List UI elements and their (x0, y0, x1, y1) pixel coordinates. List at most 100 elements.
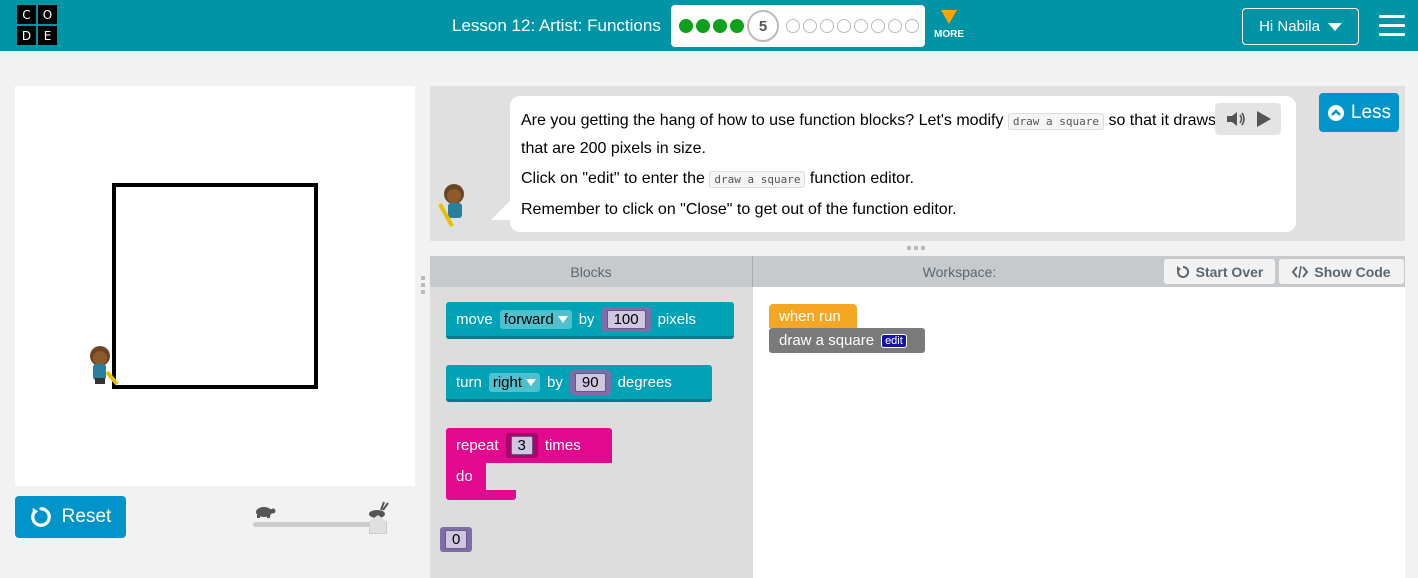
reset-label: Reset (61, 506, 112, 527)
show-code-label: Show Code (1314, 263, 1391, 280)
draw-a-square-call-block[interactable]: draw a square edit (769, 328, 925, 353)
number-input[interactable]: 90 (574, 372, 606, 392)
repeat-header: repeat 3 times (446, 428, 612, 463)
lesson-title[interactable]: Lesson 12: Artist: Functions (452, 16, 661, 36)
artist-canvas (15, 86, 415, 486)
inline-code: draw a square (1007, 113, 1104, 130)
number-value[interactable]: 0 (445, 530, 468, 549)
code-icon (1292, 265, 1309, 278)
number-input[interactable]: 100 (606, 309, 646, 329)
number-slot: 100 (601, 306, 651, 332)
instructions-panel: Are you getting the hang of how to use f… (430, 86, 1405, 241)
reset-button[interactable]: Reset (15, 496, 126, 538)
code-logo[interactable]: C O D E (16, 4, 58, 46)
block-text: by (578, 310, 595, 328)
logo-letter: E (37, 25, 58, 46)
block-text: degrees (617, 373, 672, 391)
show-code-button[interactable]: Show Code (1279, 259, 1404, 284)
start-over-label: Start Over (1195, 263, 1264, 280)
current-level-badge[interactable]: 5 (747, 10, 779, 42)
inline-code: draw a square (709, 171, 806, 188)
level-dot[interactable] (820, 19, 834, 33)
move-block[interactable]: move forward by 100 pixels (446, 302, 734, 339)
level-dot-completed[interactable] (713, 19, 727, 33)
level-dot[interactable] (837, 19, 851, 33)
dropdown-arrow-icon (526, 378, 537, 386)
block-text: move (456, 310, 493, 328)
level-dot[interactable] (854, 19, 868, 33)
instruction-text: Are you getting the hang of how to use f… (521, 112, 1008, 129)
chevron-up-circle-icon (1327, 104, 1344, 121)
number-block[interactable]: 0 (440, 527, 473, 552)
direction-dropdown[interactable]: right (488, 372, 541, 392)
logo-letter: D (16, 25, 37, 46)
instruction-line-3: Remember to click on "Close" to get out … (521, 201, 957, 218)
block-text: by (547, 373, 563, 391)
toolbox-resize-handle-icon[interactable] (420, 276, 426, 296)
start-over-button[interactable]: Start Over (1164, 259, 1275, 284)
level-dot[interactable] (871, 19, 885, 33)
toolbox-title: Blocks (430, 256, 753, 287)
level-dot-completed[interactable] (679, 19, 693, 33)
instruction-bubble: Are you getting the hang of how to use f… (510, 96, 1296, 232)
logo-letter: C (16, 4, 37, 25)
block-text: do (456, 468, 473, 485)
turn-block[interactable]: turn right by 90 degrees (446, 365, 712, 402)
block-text: times (544, 437, 581, 454)
undo-icon (1176, 265, 1189, 278)
less-button[interactable]: Less (1319, 93, 1399, 132)
speed-slider[interactable] (253, 500, 393, 536)
avatar-character-icon (438, 184, 464, 227)
more-levels-button[interactable]: MORE (933, 10, 965, 40)
caret-down-icon (1327, 22, 1342, 31)
refresh-icon (30, 507, 51, 527)
when-run-block[interactable]: when run (769, 304, 857, 328)
instruction-text: function editor. (805, 170, 914, 187)
slider-track[interactable] (253, 522, 381, 527)
block-text: turn (456, 373, 482, 391)
direction-dropdown[interactable]: forward (499, 309, 572, 329)
instruction-line-1: Are you getting the hang of how to use f… (521, 107, 1285, 162)
block-text: repeat (456, 437, 499, 454)
audio-controls (1215, 103, 1281, 135)
level-dot[interactable] (905, 19, 919, 33)
instruction-line-2: Click on "edit" to enter the draw a squa… (521, 165, 1285, 193)
level-dot-completed[interactable] (696, 19, 710, 33)
dropdown-arrow-icon (557, 315, 568, 323)
toolbox: move forward by 100 pixels turn right by… (430, 287, 753, 578)
dropdown-value: right (492, 373, 523, 391)
number-input[interactable]: 3 (510, 436, 533, 455)
drawn-square (112, 183, 318, 389)
workspace-header: Blocks Workspace: Start Over Show Code (430, 256, 1405, 287)
dropdown-value: forward (503, 310, 554, 328)
workspace[interactable]: when run draw a square edit (753, 287, 1405, 578)
repeat-footer (446, 490, 516, 500)
block-text: when run (779, 307, 841, 325)
number-slot: 90 (569, 369, 611, 395)
number-slot: 3 (505, 433, 538, 458)
top-bar: C O D E Lesson 12: Artist: Functions 5 M… (0, 0, 1418, 51)
turtle-icon (256, 507, 276, 518)
repeat-block[interactable]: repeat 3 times do (446, 428, 612, 500)
resize-grip-icon[interactable] (907, 246, 927, 250)
level-dot-completed[interactable] (730, 19, 744, 33)
level-dot[interactable] (786, 19, 800, 33)
play-icon[interactable] (1254, 110, 1272, 128)
block-text: draw a square (779, 332, 875, 349)
level-dot[interactable] (888, 19, 902, 33)
level-progress: 5 (671, 5, 925, 47)
user-greeting: Hi Nabila (1259, 18, 1320, 35)
less-label: Less (1350, 101, 1392, 123)
block-text: pixels (657, 310, 696, 328)
more-label: MORE (934, 29, 964, 40)
repeat-do: do (446, 463, 486, 490)
hamburger-menu-icon[interactable] (1379, 15, 1405, 37)
triangle-down-icon (941, 10, 957, 24)
level-dot[interactable] (803, 19, 817, 33)
logo-letter: O (37, 4, 58, 25)
workspace-title: Workspace: (922, 263, 997, 280)
instruction-text: Click on "edit" to enter the (521, 170, 710, 187)
user-menu-button[interactable]: Hi Nabila (1242, 8, 1359, 45)
speaker-icon[interactable] (1225, 110, 1247, 128)
edit-button[interactable]: edit (881, 333, 907, 348)
